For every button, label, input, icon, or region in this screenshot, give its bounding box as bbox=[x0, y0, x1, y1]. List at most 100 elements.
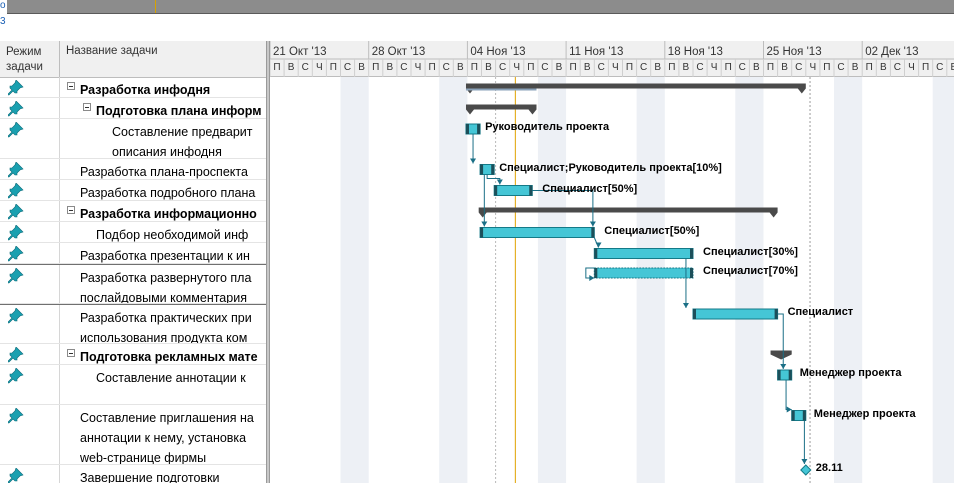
day-header: П bbox=[823, 62, 831, 73]
task-mode-cell[interactable] bbox=[0, 77, 60, 97]
day-header: В bbox=[386, 62, 394, 73]
summary-bar-infoday bbox=[465, 83, 806, 89]
task-row[interactable]: Подготовка плана информ bbox=[0, 98, 266, 119]
resource-label: Специалист[50%] bbox=[542, 182, 638, 195]
task-mode-cell[interactable] bbox=[0, 222, 60, 242]
task-row[interactable]: Разработка развернутого пла послайдовыми… bbox=[0, 264, 266, 304]
day-header: С bbox=[442, 62, 450, 73]
dependency-arrowhead bbox=[595, 242, 602, 248]
task-mode-cell[interactable] bbox=[0, 265, 60, 303]
collapse-icon[interactable] bbox=[67, 82, 75, 90]
column-header-task-name[interactable]: Название задачи bbox=[61, 41, 158, 77]
day-header: В bbox=[753, 62, 760, 73]
weekend-shade bbox=[439, 77, 468, 483]
pushpin-icon bbox=[8, 268, 24, 284]
resource-label: Руководитель проекта bbox=[485, 121, 610, 133]
task-row[interactable]: Составление приглашения на аннотации к н… bbox=[0, 405, 266, 465]
column-header-mode[interactable]: Режим задачи bbox=[0, 41, 60, 77]
task-name-cell[interactable]: Завершение подготовки bbox=[61, 465, 266, 483]
task-name-cell[interactable]: Разработка презентации к ин bbox=[61, 243, 266, 263]
gantt-chart[interactable]: ПВСЧПСВПВСЧПСВПВСЧПСВПВСЧПСВПВСЧПСВПВСЧП… bbox=[270, 41, 954, 483]
task-bar-examples bbox=[692, 308, 779, 320]
task-name: Разработка инфодня bbox=[80, 83, 211, 97]
day-header: П bbox=[470, 62, 478, 73]
day-header: В bbox=[555, 62, 563, 73]
weekend-shade bbox=[735, 77, 764, 483]
task-name-cell[interactable]: Разработка плана-проспекта bbox=[61, 159, 266, 179]
task-name: Подготовка плана информ bbox=[96, 104, 262, 118]
dependency-arrowhead bbox=[481, 221, 488, 227]
pushpin-icon bbox=[8, 246, 24, 262]
day-header: С bbox=[696, 62, 704, 73]
task-row[interactable]: Разработка плана-проспекта bbox=[0, 159, 266, 180]
task-bar-start-marker bbox=[777, 370, 781, 380]
collapse-icon[interactable] bbox=[67, 349, 75, 357]
task-mode-cell[interactable] bbox=[0, 344, 60, 364]
task-mode-cell[interactable] bbox=[0, 465, 60, 483]
task-row[interactable]: Разработка информационно bbox=[0, 201, 266, 222]
task-name-cell[interactable]: Разработка практических при использовани… bbox=[61, 305, 266, 343]
day-header: П bbox=[668, 62, 676, 73]
task-row[interactable]: Подготовка рекламных мате bbox=[0, 344, 266, 365]
dependency-arrowhead bbox=[589, 275, 595, 281]
task-mode-cell[interactable] bbox=[0, 405, 60, 464]
task-name-cell[interactable]: Подбор необходимой инф bbox=[61, 222, 266, 242]
task-row[interactable]: Завершение подготовки bbox=[0, 465, 266, 483]
day-header: Ч bbox=[315, 62, 323, 73]
task-mode-cell[interactable] bbox=[0, 98, 60, 118]
day-header: П bbox=[273, 62, 281, 73]
task-name: Завершение подготовки bbox=[80, 471, 220, 483]
week-header: 21 Окт '13 bbox=[273, 46, 327, 58]
task-name-cell[interactable]: Составление приглашения на аннотации к н… bbox=[61, 405, 266, 464]
task-mode-cell[interactable] bbox=[0, 305, 60, 343]
task-name-cell[interactable]: Составление аннотации к bbox=[61, 365, 266, 404]
task-mode-cell[interactable] bbox=[0, 159, 60, 179]
task-name-cell[interactable]: Разработка инфодня bbox=[61, 77, 266, 97]
task-mode-cell[interactable] bbox=[0, 201, 60, 221]
task-mode-cell[interactable] bbox=[0, 365, 60, 404]
pushpin-icon bbox=[8, 122, 24, 138]
dependency-arrowhead bbox=[470, 158, 477, 164]
task-name: Составление аннотации к bbox=[96, 371, 246, 385]
day-header: П bbox=[372, 62, 380, 73]
day-header: П bbox=[527, 62, 535, 73]
task-name: Разработка плана-проспекта bbox=[80, 165, 248, 179]
day-header: В bbox=[950, 62, 954, 73]
day-header: В bbox=[358, 62, 365, 73]
milestone-diamond bbox=[800, 464, 812, 476]
collapse-icon[interactable] bbox=[83, 103, 91, 111]
day-header: В bbox=[485, 62, 492, 73]
task-name-cell[interactable]: Подготовка рекламных мате bbox=[61, 344, 266, 364]
task-name-cell[interactable]: Разработка подробного плана bbox=[61, 180, 266, 200]
pushpin-icon bbox=[8, 162, 24, 178]
task-mode-cell[interactable] bbox=[0, 119, 60, 158]
column-header-task-name-label: Название задачи bbox=[66, 45, 158, 57]
day-header: В bbox=[287, 62, 295, 73]
day-header: С bbox=[498, 62, 507, 73]
week-header: 28 Окт '13 bbox=[371, 46, 426, 58]
task-row[interactable]: Подбор необходимой инф bbox=[0, 222, 266, 243]
task-mode-cell[interactable] bbox=[0, 243, 60, 263]
timeline-bar[interactable] bbox=[7, 0, 954, 14]
task-mode-cell[interactable] bbox=[0, 180, 60, 200]
task-bar-start-marker bbox=[465, 124, 469, 134]
dependency-arrowhead bbox=[786, 406, 792, 413]
timeline-today-marker bbox=[155, 0, 156, 13]
week-header: 25 Ноя '13 bbox=[766, 46, 822, 58]
task-row[interactable]: Составление аннотации к bbox=[0, 365, 266, 405]
task-name-cell[interactable]: Подготовка плана информ bbox=[61, 98, 266, 118]
task-name-cell[interactable]: Составление предварит описания инфодня bbox=[61, 119, 266, 158]
task-row[interactable]: Разработка практических при использовани… bbox=[0, 304, 266, 344]
task-row[interactable]: Составление предварит описания инфодня bbox=[0, 119, 266, 159]
task-row[interactable]: Разработка подробного плана bbox=[0, 180, 266, 201]
timeline-edge-marker-2: 3 bbox=[0, 16, 6, 27]
task-name-cell[interactable]: Разработка развернутого пла послайдовыми… bbox=[61, 265, 266, 303]
task-name-cell[interactable]: Разработка информационно bbox=[61, 201, 266, 221]
task-bar-start-marker bbox=[480, 227, 484, 238]
task-name: Разработка подробного плана bbox=[80, 186, 256, 200]
task-row[interactable]: Разработка инфодня bbox=[0, 77, 266, 98]
resource-label: Специалист[50%] bbox=[604, 224, 700, 237]
collapse-icon[interactable] bbox=[67, 206, 75, 214]
task-row[interactable]: Разработка презентации к ин bbox=[0, 243, 266, 264]
summary-end-cap bbox=[797, 88, 806, 94]
